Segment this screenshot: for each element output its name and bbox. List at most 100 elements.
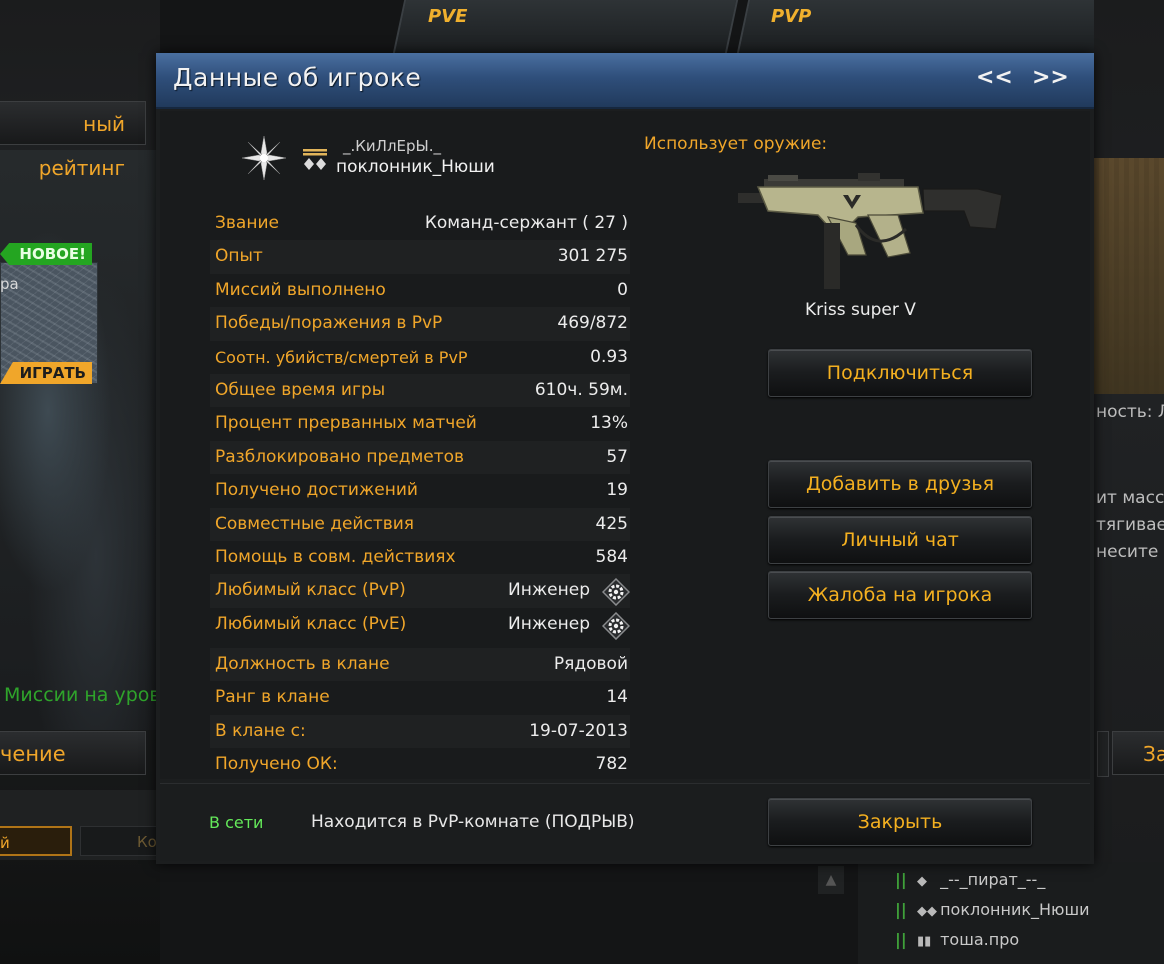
- stat-row: Звание Команд-сержант ( 27 ): [210, 207, 630, 240]
- stat-row: Разблокировано предметов 57: [210, 440, 630, 475]
- friend-list-item[interactable]: || ◆◆ поклонник_Нюши: [895, 900, 1090, 919]
- engineer-class-icon: [602, 578, 630, 607]
- stat-row: Процент прерванных матчей 13%: [210, 407, 630, 440]
- connect-button[interactable]: Подключиться: [768, 349, 1032, 397]
- stat-label: Любимый класс (PvP): [215, 580, 406, 601]
- stat-value: 0.93: [590, 346, 628, 367]
- right-info-text: тягивае: [1096, 515, 1164, 535]
- clan-stat-row: Должность в клане Рядовой: [210, 648, 630, 682]
- right-info-text: ность: Л: [1096, 402, 1164, 422]
- missions-level-text: Миссии на уров: [4, 684, 161, 706]
- stat-row: Совместные действия 425: [210, 507, 630, 541]
- rank-icon: ◆: [917, 874, 927, 889]
- stat-value: 584: [595, 546, 628, 567]
- stat-value: 14: [606, 687, 628, 708]
- bottom-tab-button-active[interactable]: й: [0, 826, 72, 856]
- online-status: В сети: [209, 813, 264, 832]
- dialog-header: Данные об игроке << >>: [156, 53, 1094, 109]
- stat-value: 782: [595, 754, 628, 775]
- right-action-button[interactable]: За: [1112, 731, 1164, 775]
- private-chat-button[interactable]: Личный чат: [768, 516, 1032, 564]
- world-map: [0, 150, 160, 730]
- stat-row: Любимый класс (PvP) Инженер: [210, 574, 630, 608]
- right-info-text: несите: [1096, 542, 1159, 562]
- clan-rank-icon: [303, 149, 327, 170]
- right-info-text: ит масс: [1096, 488, 1164, 508]
- stat-label: Победы/поражения в PvP: [215, 313, 443, 334]
- rating-button[interactable]: ный рейтинг: [0, 101, 146, 180]
- stat-value: 301 275: [557, 246, 628, 267]
- stat-value: 19-07-2013: [529, 720, 628, 741]
- right-small-button[interactable]: [1097, 731, 1109, 777]
- stat-value: Рядовой: [553, 654, 628, 675]
- stat-label: Должность в клане: [215, 654, 390, 675]
- friend-name: поклонник_Нюши: [940, 900, 1090, 919]
- stat-label: Разблокировано предметов: [215, 446, 465, 467]
- friend-list-item[interactable]: || ▮▮ тоша.про: [895, 930, 1019, 949]
- stat-label: Получено ОК:: [215, 754, 338, 775]
- close-button[interactable]: Закрыть: [768, 798, 1032, 846]
- weapon-image: [738, 173, 1003, 289]
- stat-row: Победы/поражения в PvP 469/872: [210, 307, 630, 341]
- weapon-name: Kriss super V: [805, 300, 916, 320]
- stat-value: 610ч. 59м.: [534, 379, 628, 400]
- new-badge: НОВОЕ!: [0, 243, 92, 265]
- clan-stat-row: В клане с: 19-07-2013: [210, 714, 630, 749]
- learning-button[interactable]: чение: [0, 731, 146, 775]
- stat-row: Получено достижений 19: [210, 474, 630, 507]
- bottom-tab-button[interactable]: Ко: [80, 826, 160, 856]
- engineer-class-icon: [602, 611, 630, 640]
- tab-pvp-label: PVP: [771, 6, 812, 27]
- friend-name: тоша.про: [940, 930, 1020, 949]
- stat-row: Соотн. убийств/смертей в PvP 0.93: [210, 341, 630, 374]
- friend-name: _--_пират_--_: [940, 870, 1046, 889]
- stat-row: Миссий выполнено 0: [210, 274, 630, 307]
- stat-label: Получено достижений: [215, 480, 418, 501]
- stat-label: Любимый класс (PvE): [215, 613, 407, 634]
- weapon-title: Использует оружие:: [644, 134, 828, 154]
- stat-value: 425: [595, 513, 628, 534]
- pause-icon: ||: [895, 870, 907, 889]
- stat-value: 0: [617, 279, 628, 300]
- play-badge[interactable]: ИГРАТЬ: [0, 362, 92, 384]
- stat-label: В клане с:: [215, 720, 306, 741]
- rank-star-icon: [242, 136, 286, 180]
- stat-label: Помощь в совм. действиях: [215, 546, 456, 567]
- location-preview-image: [1094, 158, 1164, 394]
- pause-icon: ||: [895, 900, 907, 919]
- clan-name: _.КиЛлЕрЫ._: [343, 137, 442, 155]
- stat-value: Команд-сержант ( 27 ): [424, 213, 628, 233]
- stat-value: 13%: [590, 413, 628, 434]
- next-player-button[interactable]: >>: [1032, 65, 1069, 90]
- tab-pve-label: PVE: [428, 6, 468, 27]
- report-player-button[interactable]: Жалоба на игрока: [768, 571, 1032, 619]
- stat-row: Общее время игры 610ч. 59м.: [210, 373, 630, 408]
- map-location-text: ра: [0, 275, 19, 293]
- stat-row: Опыт 301 275: [210, 240, 630, 274]
- player-info-dialog: Данные об игроке << >> _.КиЛлЕрЫ._ покло…: [156, 53, 1094, 864]
- stat-label: Звание: [215, 213, 279, 233]
- stat-row: Помощь в совм. действиях 584: [210, 541, 630, 574]
- stat-value: 57: [606, 446, 628, 467]
- background-right-panel: [1094, 0, 1164, 964]
- stat-value: Инженер: [508, 580, 590, 601]
- rank-icon: ▮▮: [917, 934, 932, 949]
- previous-player-button[interactable]: <<: [976, 65, 1013, 90]
- stat-row: Любимый класс (PvE) Инженер: [210, 608, 630, 641]
- clan-stat-row: Ранг в клане 14: [210, 681, 630, 714]
- stat-label: Соотн. убийств/смертей в PvP: [215, 347, 468, 367]
- stat-label: Миссий выполнено: [215, 279, 386, 300]
- player-location-status: Находится в PvP-комнате (ПОДРЫВ): [311, 812, 635, 832]
- stat-label: Ранг в клане: [215, 687, 330, 708]
- stat-value: 469/872: [557, 313, 628, 334]
- rank-icon: ◆◆: [917, 904, 937, 919]
- scroll-up-icon[interactable]: ▲: [818, 866, 844, 894]
- friend-list-item[interactable]: || ◆ _--_пират_--_: [895, 870, 1045, 889]
- stat-gap: [210, 641, 630, 648]
- add-friend-button[interactable]: Добавить в друзья: [768, 460, 1032, 508]
- pause-icon: ||: [895, 930, 907, 949]
- stat-label: Процент прерванных матчей: [215, 413, 477, 434]
- clan-stat-row: Получено ОК: 782: [210, 748, 630, 781]
- stat-value: Инженер: [508, 613, 590, 634]
- stat-label: Общее время игры: [215, 379, 386, 400]
